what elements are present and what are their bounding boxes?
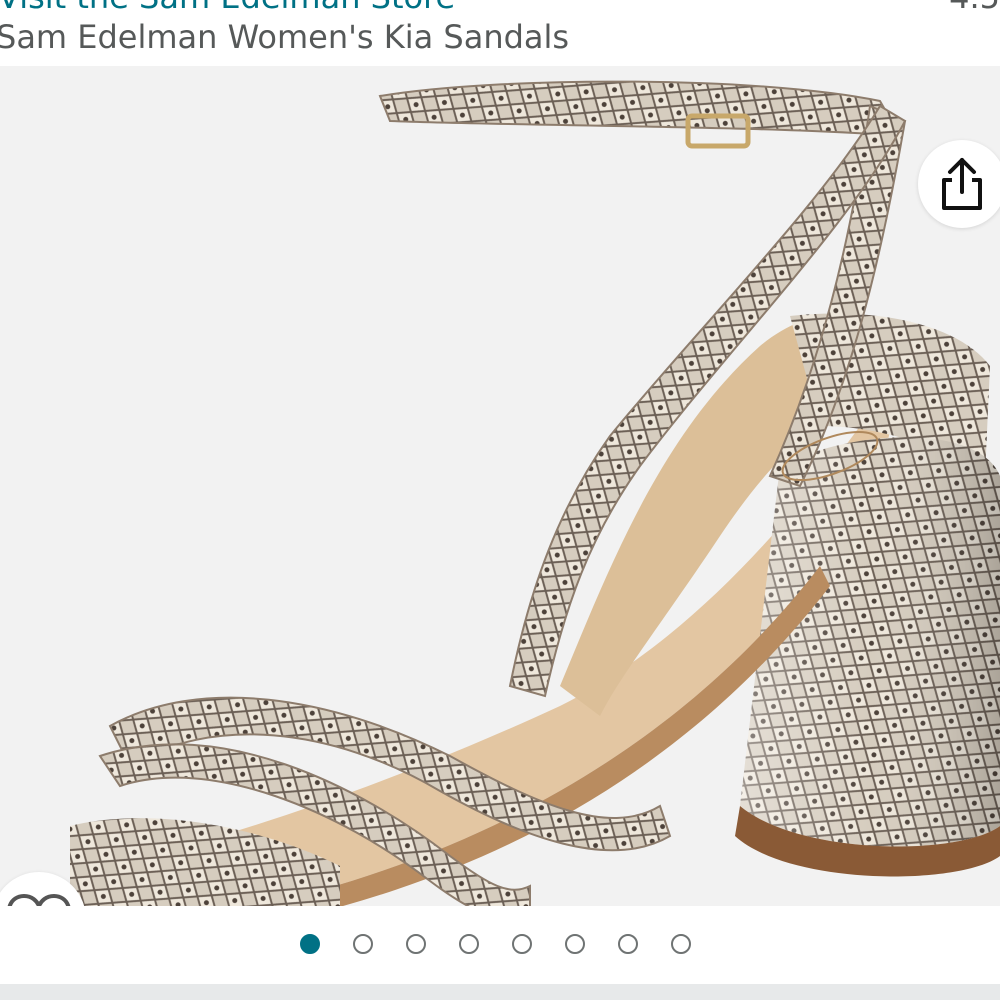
pagination-dot-5[interactable] <box>512 934 532 954</box>
pagination-dot-7[interactable] <box>618 934 638 954</box>
pagination-dot-3[interactable] <box>406 934 426 954</box>
rating-fragment: 4.5 <box>949 0 1000 16</box>
product-image-gallery[interactable] <box>0 66 1000 906</box>
pagination-dot-4[interactable] <box>459 934 479 954</box>
heart-outline-icon <box>7 894 71 906</box>
pagination-dot-1[interactable] <box>300 934 320 954</box>
pagination-dot-6[interactable] <box>565 934 585 954</box>
product-image <box>70 80 1000 906</box>
share-button[interactable] <box>918 140 1000 228</box>
pagination-dot-2[interactable] <box>353 934 373 954</box>
product-title: Sam Edelman Women's Kia Sandals <box>0 18 570 56</box>
share-icon <box>942 158 982 210</box>
pagination-dot-8[interactable] <box>671 934 691 954</box>
image-pagination-dots <box>0 906 1000 984</box>
bottom-divider <box>0 984 1000 1000</box>
visit-store-link[interactable]: Visit the Sam Edelman Store <box>0 0 455 16</box>
